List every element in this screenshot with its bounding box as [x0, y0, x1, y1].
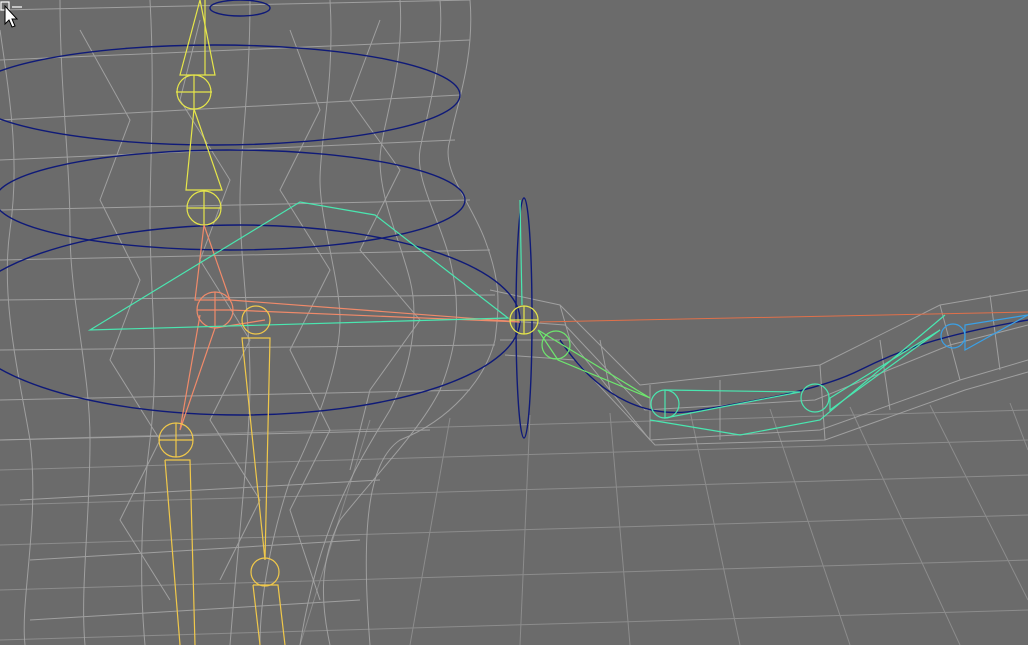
collar-bones[interactable]	[87, 199, 523, 331]
ground-grid	[0, 402, 1028, 645]
ik-handle-line	[539, 311, 1028, 323]
viewport-canvas[interactable]	[0, 0, 1028, 645]
3d-viewport[interactable]	[0, 0, 1028, 645]
hand-bones[interactable]	[940, 314, 1028, 352]
chest-control-circle[interactable]	[209, 0, 271, 17]
arm-ik-curve[interactable]	[559, 319, 1028, 414]
upper-arm-joint[interactable]	[541, 330, 571, 360]
select-arrow-with-box-icon	[0, 1, 22, 28]
wrist-joint[interactable]	[800, 383, 830, 413]
upper-spine-control-circle[interactable]	[0, 44, 461, 146]
shoulder-joint[interactable]	[509, 305, 539, 335]
spine-bones[interactable]	[176, 0, 223, 226]
body-mesh-wireframe	[0, 0, 1028, 645]
arm-bones[interactable]	[537, 329, 651, 399]
right-hip-joint[interactable]	[241, 305, 271, 335]
